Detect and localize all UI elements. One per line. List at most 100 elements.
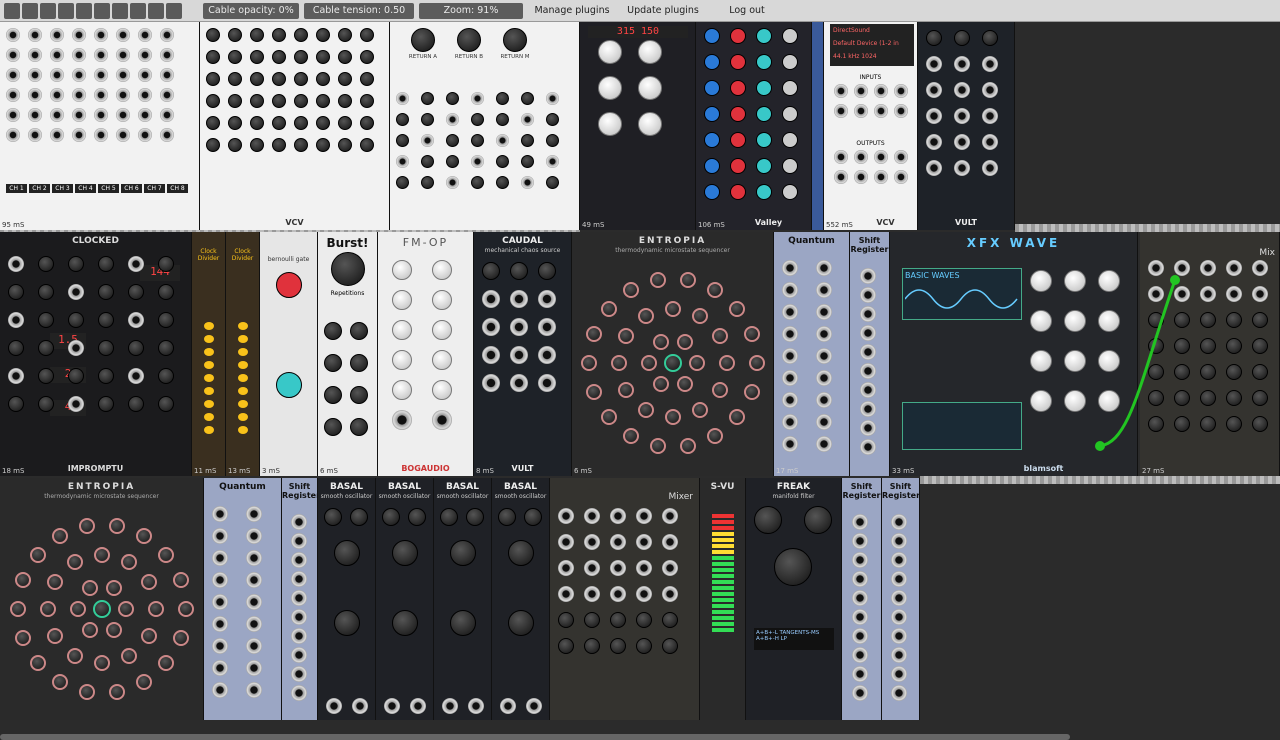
mixer-control[interactable] — [636, 508, 652, 524]
mixer-input-jack[interactable] — [28, 28, 42, 42]
burst-knob[interactable] — [324, 418, 342, 436]
entropia-knob[interactable] — [106, 580, 122, 597]
plateau-knob[interactable] — [704, 80, 720, 96]
mixer-control[interactable] — [610, 560, 626, 576]
entropia-knob[interactable] — [600, 301, 617, 317]
shift-jack[interactable] — [291, 571, 307, 587]
send-knob[interactable] — [228, 116, 242, 130]
plateau-knob[interactable] — [730, 158, 746, 174]
mixer-input-jack[interactable] — [6, 48, 20, 62]
entropia-center-knob[interactable] — [93, 600, 111, 618]
clocked-control[interactable] — [128, 396, 144, 412]
mix4-control[interactable] — [1148, 416, 1164, 432]
mix4-control[interactable] — [1174, 416, 1190, 432]
vult-control[interactable] — [926, 134, 942, 150]
mixer-control[interactable] — [636, 638, 652, 654]
mixer-input-jack[interactable] — [28, 88, 42, 102]
return-control[interactable] — [421, 134, 434, 147]
return-control[interactable] — [396, 92, 409, 105]
clocked-control[interactable] — [38, 396, 54, 412]
audio-input-jack[interactable] — [834, 104, 848, 118]
shift-jack[interactable] — [852, 552, 868, 568]
clocked-control[interactable] — [38, 312, 54, 328]
mod1-knob[interactable] — [450, 540, 476, 566]
shift-jack[interactable] — [291, 552, 307, 568]
entropia-knob[interactable] — [121, 647, 137, 664]
out-jack[interactable] — [468, 698, 484, 714]
fm-op-control[interactable] — [392, 260, 412, 280]
entropia-knob[interactable] — [581, 355, 597, 371]
entropia-knob[interactable] — [677, 375, 693, 392]
entropia-knob[interactable] — [140, 628, 157, 644]
return-control[interactable] — [446, 155, 459, 168]
entropia-knob[interactable] — [689, 355, 705, 371]
audio-output-jack[interactable] — [854, 170, 868, 184]
entropia-knob[interactable] — [15, 572, 32, 589]
quantum-jack[interactable] — [246, 528, 262, 544]
return-control[interactable] — [396, 113, 409, 126]
shift-jack[interactable] — [860, 287, 876, 303]
shift-jack[interactable] — [891, 571, 907, 587]
mod1-knob[interactable] — [508, 540, 534, 566]
voct-jack[interactable] — [442, 698, 458, 714]
entropia-knob[interactable] — [67, 647, 83, 664]
entropia-knob[interactable] — [665, 409, 681, 425]
clocked-control[interactable] — [38, 284, 54, 300]
harmonics-display[interactable] — [902, 402, 1022, 450]
vult-control[interactable] — [982, 108, 998, 124]
return-control[interactable] — [396, 176, 409, 189]
entropia-knob[interactable] — [653, 334, 669, 351]
quantum-jack[interactable] — [816, 436, 832, 452]
entropia-knob[interactable] — [140, 574, 157, 590]
out-jack[interactable] — [410, 698, 426, 714]
entropia-knob[interactable] — [623, 282, 639, 299]
mix4-control[interactable] — [1148, 390, 1164, 406]
rack-icon[interactable] — [166, 2, 182, 19]
send-knob[interactable] — [250, 116, 264, 130]
return-control[interactable] — [396, 134, 409, 147]
burst-knob[interactable] — [350, 418, 368, 436]
vult-control[interactable] — [982, 160, 998, 176]
mixer-input-jack[interactable] — [94, 28, 108, 42]
mod2-knob[interactable] — [508, 610, 534, 636]
burst-knob[interactable] — [324, 354, 342, 372]
send-knob[interactable] — [294, 28, 308, 42]
audio-input-jack[interactable] — [834, 84, 848, 98]
quantum-jack[interactable] — [212, 638, 228, 654]
clocked-control[interactable] — [98, 284, 114, 300]
power-icon[interactable] — [130, 2, 146, 19]
return-knob[interactable] — [411, 28, 435, 52]
drive-knob[interactable] — [804, 506, 832, 534]
mix4-control[interactable] — [1174, 338, 1190, 354]
mixer-input-jack[interactable] — [160, 108, 174, 122]
clocked-control[interactable] — [128, 284, 144, 300]
xfx-knob[interactable] — [1064, 390, 1086, 412]
caudal-control[interactable] — [482, 262, 500, 280]
mixer-input-jack[interactable] — [6, 28, 20, 42]
mix4-control[interactable] — [1200, 260, 1216, 276]
mix4-control[interactable] — [1226, 364, 1242, 380]
mixer-input-jack[interactable] — [50, 48, 64, 62]
send-knob[interactable] — [294, 50, 308, 64]
mixer-input-jack[interactable] — [72, 108, 86, 122]
mix4-control[interactable] — [1252, 416, 1268, 432]
shift-jack[interactable] — [860, 325, 876, 341]
entropia-knob[interactable] — [665, 301, 681, 317]
clocked-control[interactable] — [98, 312, 114, 328]
shift-jack[interactable] — [891, 685, 907, 701]
entropia-knob[interactable] — [650, 272, 667, 289]
audio-device-display[interactable]: DirectSound Default Device (1-2 in 44.1 … — [830, 24, 914, 66]
send-knob[interactable] — [272, 72, 286, 86]
send-knob[interactable] — [316, 50, 330, 64]
caudal-control[interactable] — [538, 318, 556, 336]
mixer-input-jack[interactable] — [138, 108, 152, 122]
mix4-control[interactable] — [1226, 312, 1242, 328]
xfx-knob[interactable] — [1064, 310, 1086, 332]
mixer-input-jack[interactable] — [50, 108, 64, 122]
mixer-control[interactable] — [636, 534, 652, 550]
send-knob[interactable] — [250, 94, 264, 108]
entropia-knob[interactable] — [586, 383, 603, 400]
send-knob[interactable] — [228, 50, 242, 64]
return-control[interactable] — [496, 92, 509, 105]
tune-knob[interactable] — [324, 508, 342, 526]
